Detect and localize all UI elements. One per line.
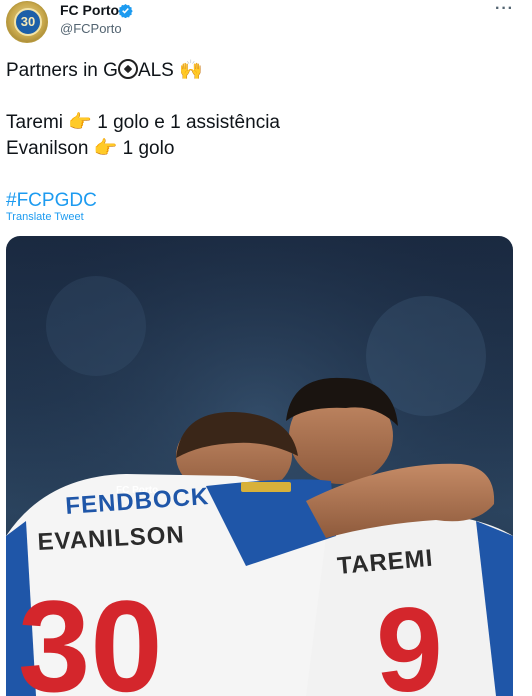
left-player-number: 30 [18, 573, 163, 696]
tweet-text-part: Partners in G [6, 60, 118, 81]
tweet-text-part: Evanilson [6, 138, 89, 159]
more-options-icon[interactable]: ··· [495, 0, 514, 18]
pointing-hand-emoji: 👉 [68, 112, 92, 133]
raising-hands-emoji: 🙌 [179, 60, 203, 81]
avatar-number: 30 [20, 14, 36, 29]
avatar-badge: 30 [14, 8, 42, 36]
right-player-number: 9 [376, 583, 443, 696]
verified-badge-icon [118, 3, 133, 18]
translate-tweet-link[interactable]: Translate Tweet [6, 211, 84, 223]
tweet-text-part: Taremi [6, 112, 64, 133]
tweet-text-part: 1 golo [122, 138, 175, 159]
tweet-line-2: Taremi 👉 1 golo e 1 assistência [6, 110, 280, 136]
tweet-text-part: ALS [137, 60, 174, 81]
tweet-line-3: Evanilson 👉 1 golo [6, 136, 280, 162]
tweet-header: 30 FC Porto @FCPorto ··· [0, 0, 532, 46]
handle[interactable]: @FCPorto [60, 21, 122, 36]
avatar[interactable]: 30 [6, 1, 48, 43]
display-name[interactable]: FC Porto [60, 2, 119, 18]
soccer-ball-icon [117, 59, 138, 79]
tweet-photo[interactable]: FC Porto FENDBOCK EVANILSON 30 TAREMI 9 [6, 236, 513, 696]
tweet-line-1: Partners in G ALS 🙌 [6, 58, 280, 84]
league-patch [241, 482, 291, 492]
tweet-text: Partners in G ALS 🙌 Taremi 👉 1 golo e 1 a… [6, 58, 280, 214]
tweet-text-part: 1 golo e 1 assistência [97, 112, 280, 133]
photo-illustration: FC Porto FENDBOCK EVANILSON 30 TAREMI 9 [6, 236, 513, 696]
bokeh-light [46, 276, 146, 376]
pointing-hand-emoji: 👉 [93, 138, 118, 159]
